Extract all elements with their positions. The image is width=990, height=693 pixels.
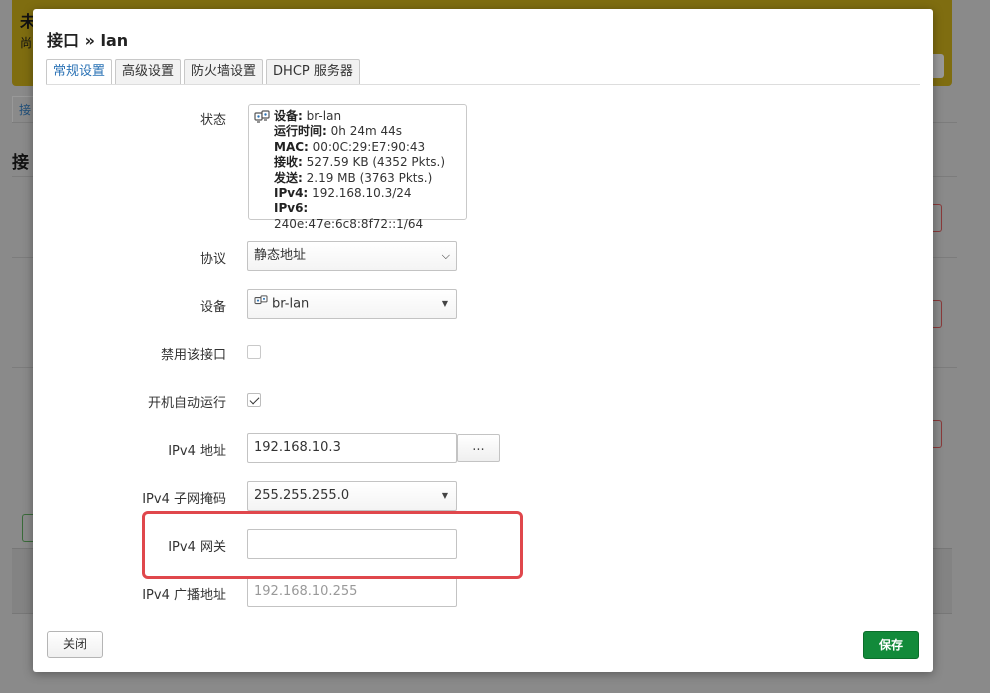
background-banner-subtitle: 尚 — [20, 36, 33, 50]
status-uptime-row: 运行时间: 0h 24m 44s — [274, 124, 402, 139]
status-rx-row: 接收: 527.59 KB (4352 Pkts.) — [274, 155, 446, 170]
ipv4-netmask-combobox[interactable]: 255.255.255.0 ▼ — [247, 481, 457, 511]
save-button[interactable]: 保存 — [863, 631, 919, 659]
ipv4-broadcast-input[interactable]: 192.168.10.255 — [247, 577, 457, 607]
device-selected-value: br-lan — [272, 296, 310, 312]
caret-down-icon: ▼ — [441, 491, 448, 500]
tab-general-settings[interactable]: 常规设置 — [46, 59, 113, 85]
device-select[interactable]: br-lan ▼ — [247, 289, 457, 319]
status-mac-row: MAC: 00:0C:29:E7:90:43 — [274, 139, 426, 154]
protocol-label: 协议 — [199, 252, 226, 267]
status-tx-row: 发送: 2.19 MB (3763 Pkts.) — [274, 170, 433, 185]
status-panel: 设备: br-lan 运行时间: 0h 24m 44s MAC: 00:0C:2… — [248, 104, 467, 231]
autostart-checkbox[interactable] — [247, 393, 261, 407]
background-row-button — [933, 300, 942, 328]
ipv4-address-label: IPv4 地址 — [168, 444, 226, 459]
protocol-select[interactable]: 静态地址 ⌵ — [247, 241, 457, 271]
close-button[interactable]: 关闭 — [47, 631, 103, 658]
ipv4-gateway-input[interactable] — [247, 529, 457, 559]
background-section-heading: 接 — [12, 153, 29, 173]
dialog-title: 接口 » lan — [47, 31, 129, 50]
device-label: 设备 — [199, 300, 226, 315]
chevron-down-icon: ⌵ — [441, 249, 450, 262]
autostart-label: 开机自动运行 — [147, 396, 226, 411]
ipv4-address-input[interactable]: 192.168.10.3 — [247, 433, 457, 463]
tab-firewall-settings[interactable]: 防火墙设置 — [184, 59, 264, 84]
ipv4-gateway-label: IPv4 网关 — [168, 540, 226, 555]
disable-interface-label: 禁用该接口 — [160, 348, 226, 363]
status-device-row: 设备: br-lan — [274, 109, 342, 123]
dialog-tabs: 常规设置 高级设置 防火墙设置 DHCP 服务器 — [46, 59, 360, 85]
tab-dhcp-server[interactable]: DHCP 服务器 — [266, 59, 360, 84]
caret-down-icon: ▼ — [441, 299, 448, 308]
network-device-icon — [254, 110, 270, 128]
status-ipv6-row: IPv6: 240e:47e:6c8:8f72::1/64 — [274, 201, 424, 231]
ipv4-broadcast-label: IPv4 广播地址 — [142, 588, 226, 603]
status-ipv4-row: IPv4: 192.168.10.3/24 — [274, 186, 412, 201]
protocol-selected-value: 静态地址 — [254, 248, 307, 263]
network-device-icon — [254, 290, 268, 318]
tab-advanced-settings[interactable]: 高级设置 — [115, 59, 182, 84]
tabs-divider — [46, 84, 920, 85]
disable-interface-checkbox[interactable] — [247, 345, 261, 359]
background-row-button — [933, 204, 942, 232]
ipv4-netmask-label: IPv4 子网掩码 — [142, 492, 226, 507]
ipv4-netmask-value: 255.255.255.0 — [254, 488, 350, 503]
ipv4-address-more-button[interactable]: ... — [457, 434, 500, 462]
interface-edit-dialog: 接口 » lan 常规设置 高级设置 防火墙设置 DHCP 服务器 状态 设备:… — [33, 9, 933, 672]
background-row-button — [933, 420, 942, 448]
status-label: 状态 — [199, 113, 226, 128]
